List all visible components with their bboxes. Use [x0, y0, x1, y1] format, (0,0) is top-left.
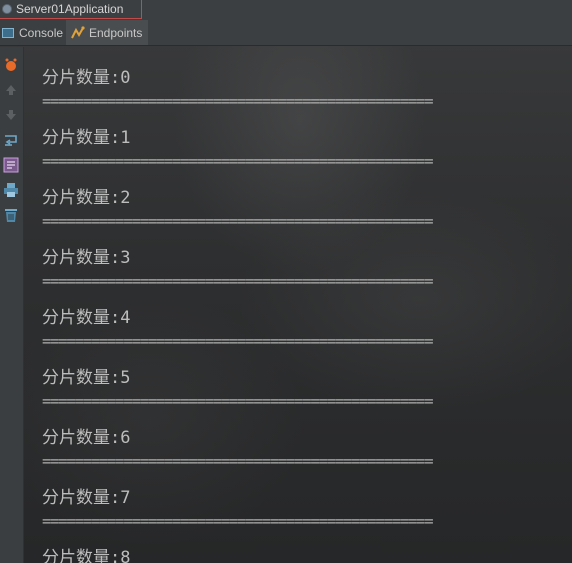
run-config-title: Server01Application — [16, 2, 124, 16]
tab-endpoints-label: Endpoints — [89, 25, 143, 40]
scroll-to-end-icon[interactable] — [3, 157, 19, 173]
console-icon — [2, 27, 14, 38]
run-config-tab[interactable]: Server01Application — [0, 0, 142, 19]
console-separator: ========================================… — [42, 452, 434, 470]
console-line: 分片数量:6 — [42, 428, 131, 448]
application-icon — [2, 4, 12, 14]
scroll-down-icon[interactable] — [3, 107, 19, 123]
run-toolbar: Server01Application — [0, 0, 572, 20]
scroll-up-icon[interactable] — [3, 82, 19, 98]
console-sidebar — [0, 47, 24, 563]
console-line: 分片数量:0 — [42, 68, 131, 88]
console-separator: ========================================… — [42, 392, 434, 410]
console-separator: ========================================… — [42, 512, 434, 530]
tool-window-tabs: Console Endpoints — [0, 20, 572, 46]
console-line: 分片数量:4 — [42, 308, 131, 328]
console-separator: ========================================… — [42, 92, 434, 110]
print-icon[interactable] — [3, 182, 19, 198]
console-separator: ========================================… — [42, 332, 434, 350]
console-line: 分片数量:7 — [42, 488, 131, 508]
console-separator: ========================================… — [42, 272, 434, 290]
tab-console-label: Console — [19, 25, 64, 40]
console-line: 分片数量:1 — [42, 128, 131, 148]
console-line: 分片数量:3 — [42, 248, 131, 268]
console-line: 分片数量:2 — [42, 188, 131, 208]
soft-wrap-icon[interactable] — [3, 132, 19, 148]
console-separator: ========================================… — [42, 152, 434, 170]
tab-console[interactable]: Console — [0, 20, 64, 45]
console-line: 分片数量:5 — [42, 368, 131, 388]
clear-all-icon[interactable] — [3, 207, 19, 223]
tab-endpoints[interactable]: Endpoints — [66, 20, 148, 45]
console-output[interactable]: 分片数量:0 =================================… — [25, 47, 572, 563]
console-separator: ========================================… — [42, 212, 434, 230]
console-line: 分片数量:8 — [42, 548, 131, 563]
spring-boot-icon[interactable] — [3, 57, 19, 73]
endpoints-icon — [71, 25, 85, 38]
